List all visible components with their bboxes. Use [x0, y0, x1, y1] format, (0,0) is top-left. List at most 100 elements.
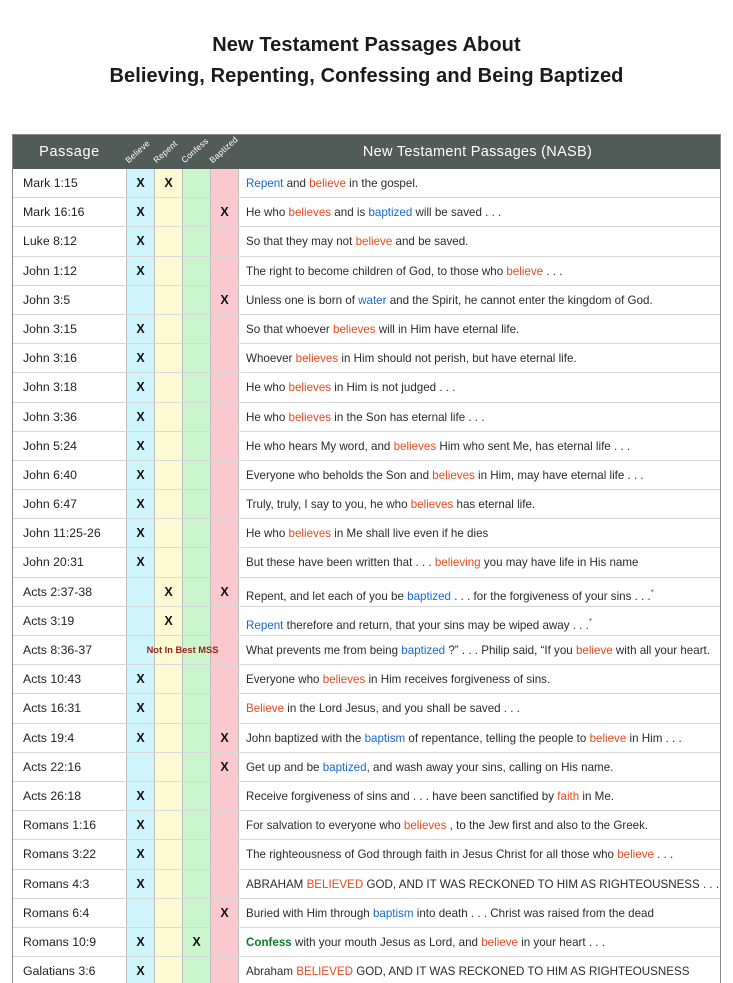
- passage-text: The right to become children of God, to …: [246, 264, 563, 278]
- mark-cell-repent: [154, 256, 182, 285]
- mark-cell-confess: [182, 577, 210, 606]
- mark-cell-repent: [154, 665, 182, 694]
- mark-cell-baptized: X: [210, 577, 239, 606]
- passage-reference: John 3:18: [23, 380, 78, 395]
- mark-cell-confess: [182, 781, 210, 811]
- passage-text: Whoever believes in Him should not peris…: [246, 352, 577, 366]
- mark-cell-confess: [182, 490, 210, 519]
- mark-cell-believe: X: [126, 723, 154, 752]
- mark-cell-confess: [182, 344, 210, 373]
- mark-cell-baptized: [210, 402, 239, 431]
- mark-cell-baptized: [210, 957, 239, 983]
- mark-cell-baptized: [210, 519, 239, 548]
- passage-reference: John 5:24: [23, 438, 78, 453]
- mark-cell-baptized: [210, 256, 239, 285]
- mark-cell-baptized: X: [210, 723, 239, 752]
- title-line-2: Believing, Repenting, Confessing and Bei…: [109, 65, 624, 87]
- mark-cell-repent: [154, 490, 182, 519]
- column-header-believe: Believe: [123, 137, 152, 165]
- mark-cell-confess: [182, 606, 210, 635]
- mark-cell-repent: [154, 373, 182, 402]
- mark-cell-repent: [154, 957, 182, 983]
- passage-reference: Romans 3:22: [23, 847, 97, 862]
- table-row: John 11:25-26 X He who believes in Me shal…: [13, 519, 720, 549]
- mark-cell-confess: X: [182, 927, 210, 957]
- mark-cell-repent: X: [154, 606, 182, 635]
- table-row: Acts 19:4 X X John baptized with the baptis…: [13, 723, 720, 753]
- mark-cell-repent: X: [154, 577, 182, 606]
- title-line-1: New Testament Passages About: [212, 34, 521, 56]
- table-header-row: Passage Believe Repent Confess Baptized New…: [13, 134, 720, 169]
- header-nasb: New Testament Passages (NASB): [362, 144, 593, 160]
- mark-cell-confess: [182, 373, 210, 402]
- mark-cell-confess: [182, 694, 210, 723]
- mark-cell-confess: [182, 227, 210, 256]
- passages-table: Passage Believe Repent Confess Baptized New…: [12, 134, 721, 983]
- mark-cell-believe: [126, 898, 154, 927]
- table-row: Acts 2:37-38 X X Repent, and let each of yo…: [13, 577, 720, 607]
- passage-reference: Romans 6:4: [23, 905, 90, 920]
- mark-cell-believe: X: [126, 227, 154, 256]
- table-row: Luke 8:12 X So that they may not believe a…: [13, 227, 720, 257]
- passage-text: Receive forgiveness of sins and . . . ha…: [246, 789, 614, 803]
- mark-cell-believe: X: [126, 256, 154, 285]
- passage-text: For salvation to everyone who believes ,…: [246, 819, 649, 833]
- passage-text: Buried with Him through baptism into dea…: [246, 906, 654, 920]
- passage-reference: John 6:40: [23, 467, 78, 482]
- table-row: Romans 6:4 X Buried with Him through bapti…: [13, 898, 720, 928]
- mark-cell-believe: X: [126, 460, 154, 490]
- mark-cell-baptized: [210, 460, 239, 490]
- table-row: Acts 10:43 X Everyone who believes in Him …: [13, 665, 720, 695]
- passage-reference: Acts 3:19: [23, 613, 75, 628]
- mark-cell-repent: [154, 927, 182, 957]
- table-body: Mark 1:15 X X Repent and believe in the gos…: [13, 169, 720, 983]
- table-row: Romans 4:3 X ABRAHAM BELIEVED GOD, AND IT …: [13, 869, 720, 899]
- mark-cell-believe: X: [126, 314, 154, 344]
- mark-cell-confess: [182, 665, 210, 694]
- passage-text: Confess with your mouth Jesus as Lord, a…: [246, 935, 605, 949]
- mark-cell-baptized: [210, 227, 239, 256]
- mark-cell-believe: X: [126, 344, 154, 373]
- passage-text: Repent therefore and return, that your s…: [246, 616, 592, 632]
- passage-reference: John 3:15: [23, 321, 78, 336]
- passage-text: But these have been written that . . . b…: [246, 556, 639, 570]
- table-row: John 3:5 X Unless one is born of water and…: [13, 285, 720, 315]
- passage-reference: Acts 10:43: [23, 672, 82, 687]
- mark-cell-baptized: [210, 548, 239, 577]
- mark-cell-repent: [154, 198, 182, 227]
- table-row: Mark 1:15 X X Repent and believe in the gos…: [13, 169, 720, 199]
- mark-cell-repent: [154, 227, 182, 256]
- mark-cell-believe: X: [126, 402, 154, 431]
- table-row: Acts 22:16 X Get up and be baptized, and w…: [13, 752, 720, 782]
- mark-cell-repent: [154, 723, 182, 752]
- passage-text: Get up and be baptized, and wash away yo…: [246, 760, 614, 774]
- passage-reference: Acts 2:37-38: [23, 584, 93, 599]
- table-row: Romans 10:9 X X Confess with your mouth Jes…: [13, 927, 720, 958]
- mark-cell-repent: [154, 344, 182, 373]
- mark-cell-believe: X: [126, 548, 154, 577]
- passage-text: He who believes in the Son has eternal l…: [246, 410, 485, 424]
- mark-cell-believe: X: [126, 665, 154, 694]
- passage-reference: Galatians 3:6: [23, 964, 96, 979]
- mark-cell-baptized: [210, 927, 239, 957]
- mark-cell-believe: X: [126, 811, 154, 840]
- mark-cell-confess: [182, 898, 210, 927]
- mark-cell-baptized: [210, 373, 239, 402]
- mark-cell-believe: X: [126, 869, 154, 898]
- table-row: Mark 16:16 X X He who believes and is bapti…: [13, 198, 720, 228]
- mark-cell-baptized: [210, 840, 239, 869]
- passage-reference: John 20:31: [23, 555, 84, 570]
- passage-reference: John 3:5: [23, 292, 71, 307]
- passage-reference: John 6:47: [23, 497, 78, 512]
- passage-reference: Romans 4:3: [23, 876, 90, 891]
- mark-cell-baptized: [210, 781, 239, 811]
- table-row: John 6:40 X Everyone who beholds the Son a…: [13, 460, 720, 491]
- mark-cell-repent: [154, 314, 182, 344]
- mark-cell-believe: X: [126, 490, 154, 519]
- mark-cell-believe: X: [126, 957, 154, 983]
- mark-cell-baptized: [210, 314, 239, 344]
- mark-cell-baptized: X: [210, 198, 239, 227]
- passage-text: Everyone who believes in Him receives fo…: [246, 673, 551, 687]
- mark-cell-repent: X: [154, 169, 182, 198]
- mark-cell-believe: X: [126, 840, 154, 869]
